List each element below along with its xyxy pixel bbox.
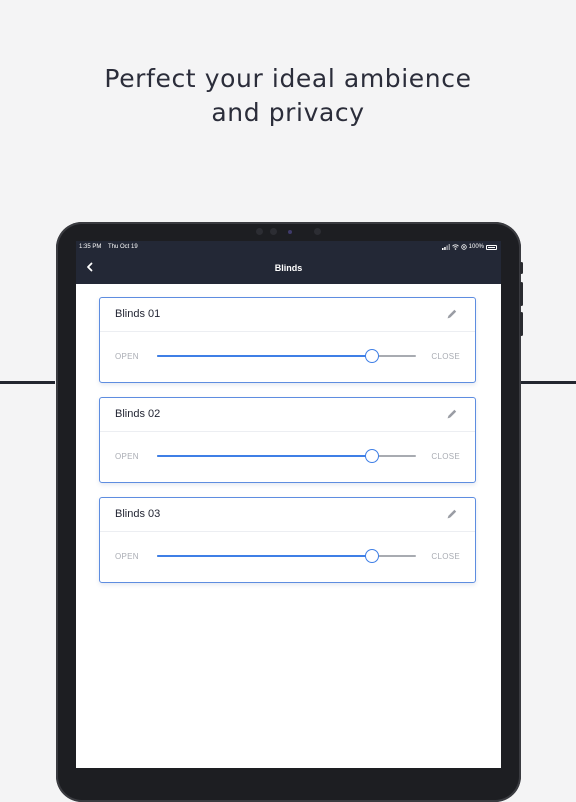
device-volume-up-button (520, 282, 523, 306)
promo-headline-line-1: Perfect your ideal ambience (104, 64, 472, 93)
close-label: CLOSE (431, 452, 460, 461)
blind-name: Blinds 02 (115, 408, 161, 420)
navigation-bar: Blinds (76, 253, 501, 284)
status-bar: 1:35 PM Thu Oct 19 100% (76, 241, 501, 253)
device-side-button (520, 262, 523, 274)
blind-card-2: Blinds 02 OPEN CLOSE (99, 397, 476, 483)
open-label: OPEN (115, 352, 139, 361)
slider-fill (157, 355, 372, 357)
close-label: CLOSE (431, 352, 460, 361)
blind-card-header: Blinds 02 (100, 398, 475, 432)
slider-fill (157, 555, 372, 557)
blind-position-slider[interactable] (157, 449, 416, 463)
slider-thumb[interactable] (364, 549, 379, 563)
open-label: OPEN (115, 452, 139, 461)
blind-card-header: Blinds 03 (100, 498, 475, 532)
status-time: 1:35 PM (79, 244, 102, 250)
promo-headline: Perfect your ideal ambience and privacy (0, 62, 576, 130)
blind-card-header: Blinds 01 (100, 298, 475, 332)
battery-percent: 100% (468, 244, 484, 250)
pencil-icon (447, 509, 457, 519)
camera-sensor-icon (314, 228, 321, 235)
location-icon (460, 244, 467, 250)
blind-position-slider[interactable] (157, 349, 416, 363)
front-camera (252, 227, 328, 236)
pencil-icon (447, 409, 457, 419)
device-volume-down-button (520, 312, 523, 336)
decorative-line-left (0, 381, 55, 384)
signal-icon (441, 244, 450, 250)
edit-blind-button[interactable] (445, 507, 459, 521)
app-screen: 1:35 PM Thu Oct 19 100% Blinds Blinds 01… (76, 241, 501, 768)
blind-name: Blinds 01 (115, 308, 161, 320)
decorative-line-right (521, 381, 576, 384)
blind-name: Blinds 03 (115, 508, 161, 520)
slider-thumb[interactable] (364, 449, 379, 463)
slider-thumb[interactable] (364, 349, 379, 363)
blind-card-1: Blinds 01 OPEN CLOSE (99, 297, 476, 383)
open-label: OPEN (115, 552, 139, 561)
close-label: CLOSE (431, 552, 460, 561)
blind-position-slider[interactable] (157, 549, 416, 563)
edit-blind-button[interactable] (445, 307, 459, 321)
wifi-icon (451, 244, 459, 250)
battery-icon (486, 244, 497, 250)
camera-sensor-icon (270, 228, 277, 235)
slider-fill (157, 455, 372, 457)
camera-lens-icon (288, 230, 292, 234)
edit-blind-button[interactable] (445, 407, 459, 421)
pencil-icon (447, 309, 457, 319)
blind-card-3: Blinds 03 OPEN CLOSE (99, 497, 476, 583)
page-title: Blinds (274, 263, 303, 273)
status-date: Thu Oct 19 (108, 244, 138, 250)
camera-sensor-icon (256, 228, 263, 235)
promo-headline-line-2: and privacy (211, 98, 365, 127)
status-indicators: 100% (441, 241, 497, 253)
